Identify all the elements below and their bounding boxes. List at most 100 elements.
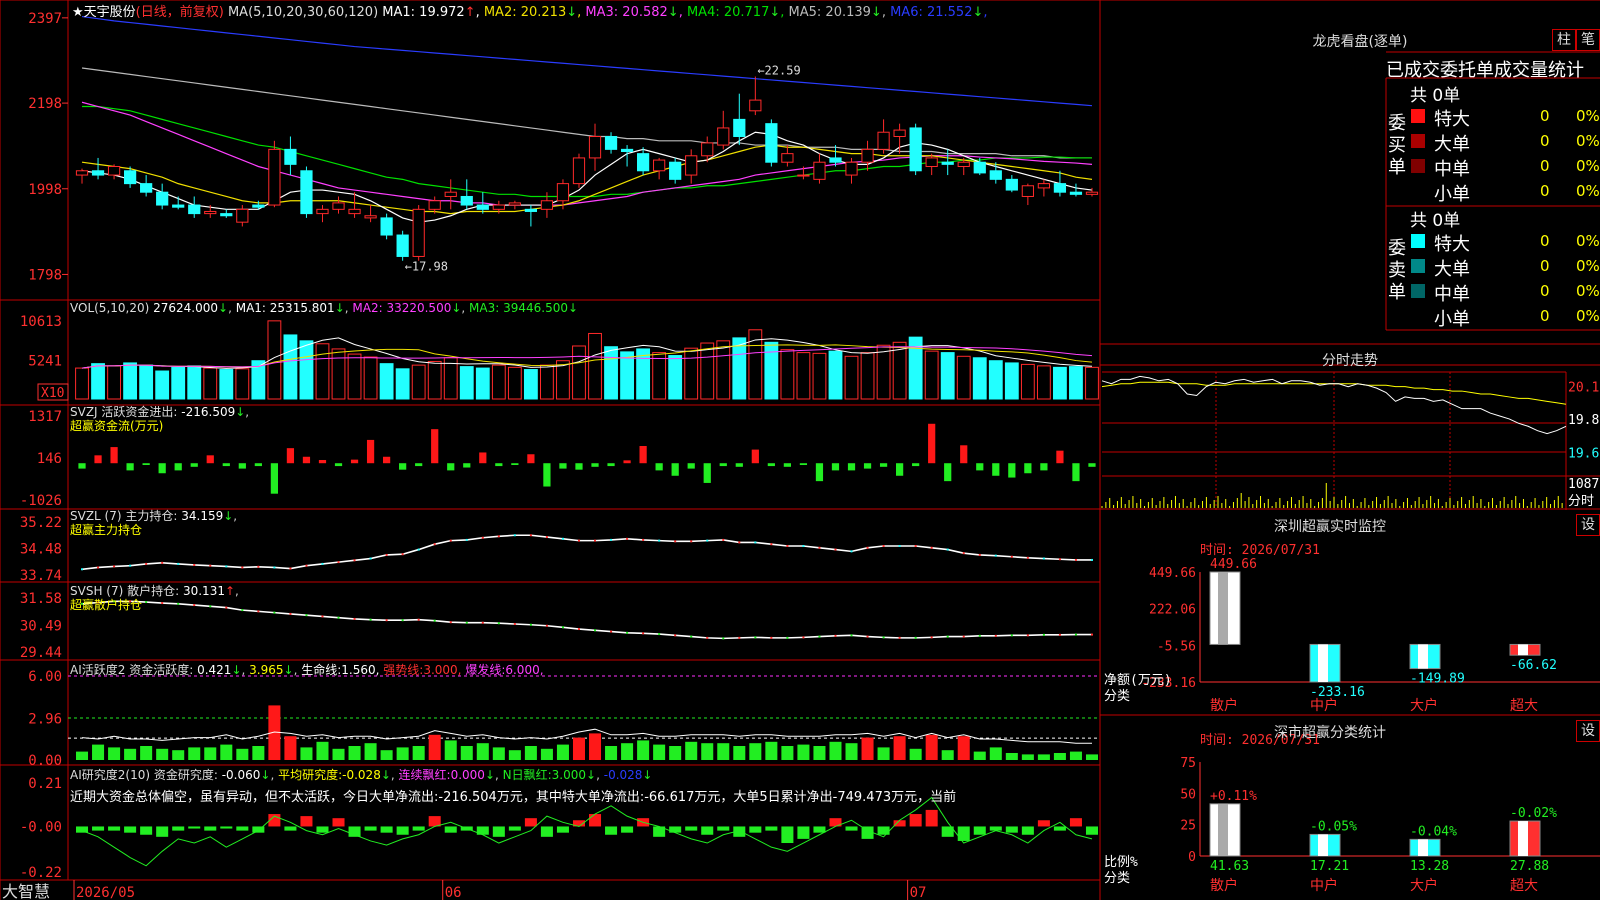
svzl-axis-label: 35.22 <box>20 515 62 531</box>
tab-volume-stats[interactable]: 成交量统计 <box>1494 60 1584 81</box>
ma-label: MA(5,10,20,30,60,120) <box>227 5 379 20</box>
vol-ma-line <box>81 337 1093 369</box>
main-holding-dot <box>545 536 548 539</box>
order-total: 共 0单 <box>1410 211 1461 231</box>
candle-body <box>364 215 377 219</box>
activity-bar <box>621 743 634 760</box>
activity-bar <box>492 747 505 760</box>
favorite-star-icon[interactable]: ★ <box>72 5 84 20</box>
tab-filled-orders[interactable]: 已成交委托单 <box>1386 60 1494 81</box>
volume-bar <box>540 364 554 400</box>
retail-holding-dot <box>433 619 436 622</box>
low-annotation: ←17.98 <box>405 260 448 274</box>
ai2-v3: 0.000 <box>450 768 485 782</box>
vol-unit: X10 <box>41 386 64 401</box>
activity-bar <box>332 748 345 760</box>
sz-monitor-category: 超大 <box>1510 698 1538 714</box>
cls-stats-category: 中户 <box>1310 877 1338 894</box>
main-holding-dot <box>642 538 645 541</box>
main-holding-dot <box>674 540 677 543</box>
money-flow-bar <box>992 463 1000 476</box>
retail-holding-dot <box>305 614 308 617</box>
ma-arrow: ↓ <box>667 5 679 20</box>
candle-body <box>1037 183 1051 189</box>
retail-holding-dot <box>497 622 500 625</box>
research-bar <box>717 826 730 831</box>
vol-axis-label: 10613 <box>20 314 62 330</box>
main-holding-dot <box>962 552 965 555</box>
cls-settings-button[interactable]: 设 <box>1576 720 1600 742</box>
sz-settings-button[interactable]: 设 <box>1576 514 1600 536</box>
svsh-sub: 超赢散户持仓 <box>70 598 143 612</box>
money-flow-bar <box>350 459 359 464</box>
svsh-label: SVSH (7) 散户持仓: <box>70 584 180 598</box>
main-holding-dot <box>481 536 484 539</box>
research-bar <box>1069 818 1082 827</box>
bar-view-button[interactable]: 柱 <box>1552 29 1576 51</box>
activity-bar <box>829 741 842 760</box>
candle-body <box>380 217 393 236</box>
main-holding-dot <box>145 562 148 565</box>
volume-bar <box>620 351 634 400</box>
size-color-swatch <box>1411 109 1425 123</box>
retail-holding-dot <box>337 616 340 619</box>
candle-body <box>572 157 586 185</box>
retail-holding-dot <box>834 634 837 637</box>
cls-stats-category: 大户 <box>1410 877 1438 894</box>
retail-holding-dot <box>417 618 420 621</box>
candle-body <box>861 148 874 163</box>
money-flow-bar <box>479 452 487 464</box>
research-bar <box>845 826 858 831</box>
activity-bar <box>460 746 473 760</box>
money-flow-bar <box>960 445 968 464</box>
main-holding-dot <box>449 539 452 542</box>
retail-holding-dot <box>706 636 709 639</box>
main-holding-dot <box>385 553 388 556</box>
money-flow-bar <box>206 455 214 464</box>
money-flow-bar <box>254 463 262 467</box>
candle-body <box>236 208 249 223</box>
svsh-axis-label: 30.49 <box>20 619 62 635</box>
volume-bar <box>972 357 987 400</box>
research-bar <box>300 816 313 827</box>
sz-monitor-value-label: -149.89 <box>1410 672 1465 687</box>
activity-bar <box>76 751 89 760</box>
chart-mode[interactable]: (日线，前复权) <box>136 5 224 20</box>
research-bar <box>396 826 409 835</box>
ai1-l3: 生命线: <box>301 663 342 677</box>
money-flow-bar <box>174 463 182 471</box>
tick-view-button[interactable]: 笔 <box>1576 29 1600 51</box>
main-chart-canvas[interactable]: 2397 2198 1998 1798 ←22.59 ←17.98 10613 5241 X10… <box>0 0 1600 900</box>
money-flow-bar <box>896 463 904 476</box>
volume-bar <box>107 365 121 400</box>
vol-value: 27624.000 <box>153 301 219 315</box>
intraday-title[interactable]: 分时走势 <box>1102 350 1598 370</box>
main-holding-dot <box>610 538 613 541</box>
retail-holding-dot <box>577 628 580 631</box>
money-flow-bar <box>190 463 198 467</box>
intraday-vol-axis: 分时 <box>1568 494 1594 509</box>
activity-bar <box>1069 751 1082 760</box>
high-annotation: ←22.59 <box>757 64 800 78</box>
research-bar <box>669 826 682 833</box>
volume-bar <box>187 365 202 400</box>
main-holding-dot <box>626 537 629 540</box>
retail-holding-dot <box>738 636 741 639</box>
research-bar <box>605 826 618 835</box>
volume-bar <box>411 364 426 400</box>
order-qty: 0 <box>1540 307 1550 325</box>
activity-bar <box>172 750 185 760</box>
candle-body <box>476 204 489 210</box>
research-bar <box>188 826 201 829</box>
money-flow-bar <box>78 463 86 469</box>
research-bar <box>989 826 1002 831</box>
ma-arrow: ↓ <box>769 5 781 20</box>
candle-body <box>156 191 169 206</box>
retail-holding-dot <box>401 619 404 622</box>
volume-bar <box>812 352 827 400</box>
money-flow-bar <box>334 463 343 467</box>
ma-arrow: ↓ <box>870 5 882 20</box>
candle-body <box>508 202 521 206</box>
main-holding-dot <box>321 562 324 565</box>
ai2-a2: ↓ <box>380 768 391 782</box>
